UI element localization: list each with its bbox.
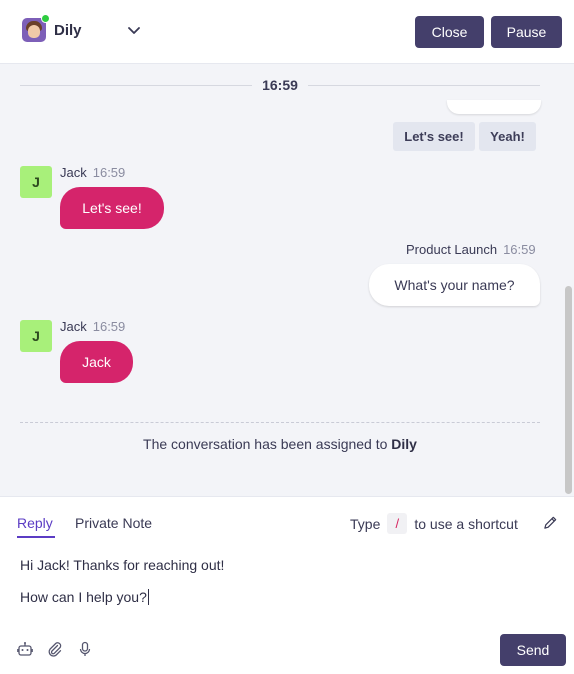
assignment-text: The conversation has been assigned to (143, 436, 388, 452)
incoming-message-bubble: Let's see! (60, 187, 164, 229)
tab-reply[interactable]: Reply (17, 515, 53, 531)
bot-icon[interactable] (17, 641, 33, 657)
shortcut-suffix: to use a shortcut (414, 515, 518, 532)
message-time: 16:59 (92, 319, 126, 334)
message-editor-text: How can I help you? (20, 589, 147, 605)
agent-avatar (22, 14, 50, 42)
agent-name: Dily (54, 21, 82, 39)
send-button[interactable]: Send (500, 634, 566, 666)
shortcut-prefix: Type (350, 515, 381, 532)
paperclip-icon[interactable] (47, 641, 63, 657)
user-avatar: J (20, 166, 52, 198)
user-avatar: J (20, 320, 52, 352)
outgoing-message-bubble: What's your name? (369, 264, 540, 306)
message-list-scrollbar[interactable] (565, 286, 572, 494)
incoming-message-bubble: Jack (60, 341, 133, 383)
pause-button[interactable]: Pause (491, 16, 562, 48)
assignment-divider (20, 422, 540, 423)
assignment-notice: The conversation has been assigned to Di… (0, 436, 560, 452)
message-meta: Jack 16:59 (60, 165, 125, 180)
message-list[interactable]: 16:59 Let's see! Yeah! J Jack 16:59 Let's… (0, 64, 574, 496)
text-caret (147, 589, 149, 605)
assignee-name: Dily (391, 436, 417, 452)
online-status-dot (41, 14, 50, 23)
message-editor-line[interactable]: Hi Jack! Thanks for reaching out! (20, 557, 224, 573)
message-time: 16:59 (503, 242, 536, 257)
previous-message-bubble (447, 100, 541, 114)
agent-selector[interactable]: Dily (22, 14, 82, 42)
chevron-down-icon[interactable] (128, 26, 140, 36)
shortcut-hint: Type / to use a shortcut (350, 513, 518, 534)
reply-composer: Reply Private Note Type / to use a short… (0, 496, 574, 674)
conversation-header: Dily Close Pause (0, 0, 574, 64)
message-meta: Product Launch 16:59 (406, 242, 536, 257)
message-author: Jack (60, 165, 87, 180)
time-divider-label: 16:59 (252, 77, 308, 93)
message-meta: Jack 16:59 (60, 319, 125, 334)
pen-icon[interactable] (543, 515, 558, 530)
message-author: Jack (60, 319, 87, 334)
quick-reply-chip[interactable]: Let's see! (393, 122, 475, 151)
quick-reply-chip[interactable]: Yeah! (479, 122, 536, 151)
close-button[interactable]: Close (415, 16, 484, 48)
tab-private-note[interactable]: Private Note (75, 515, 152, 531)
active-tab-indicator (17, 536, 55, 538)
message-time: 16:59 (92, 165, 126, 180)
shortcut-key: / (387, 513, 408, 534)
microphone-icon[interactable] (77, 641, 93, 657)
message-author: Product Launch (406, 242, 498, 257)
message-editor-line[interactable]: How can I help you? (20, 589, 149, 605)
